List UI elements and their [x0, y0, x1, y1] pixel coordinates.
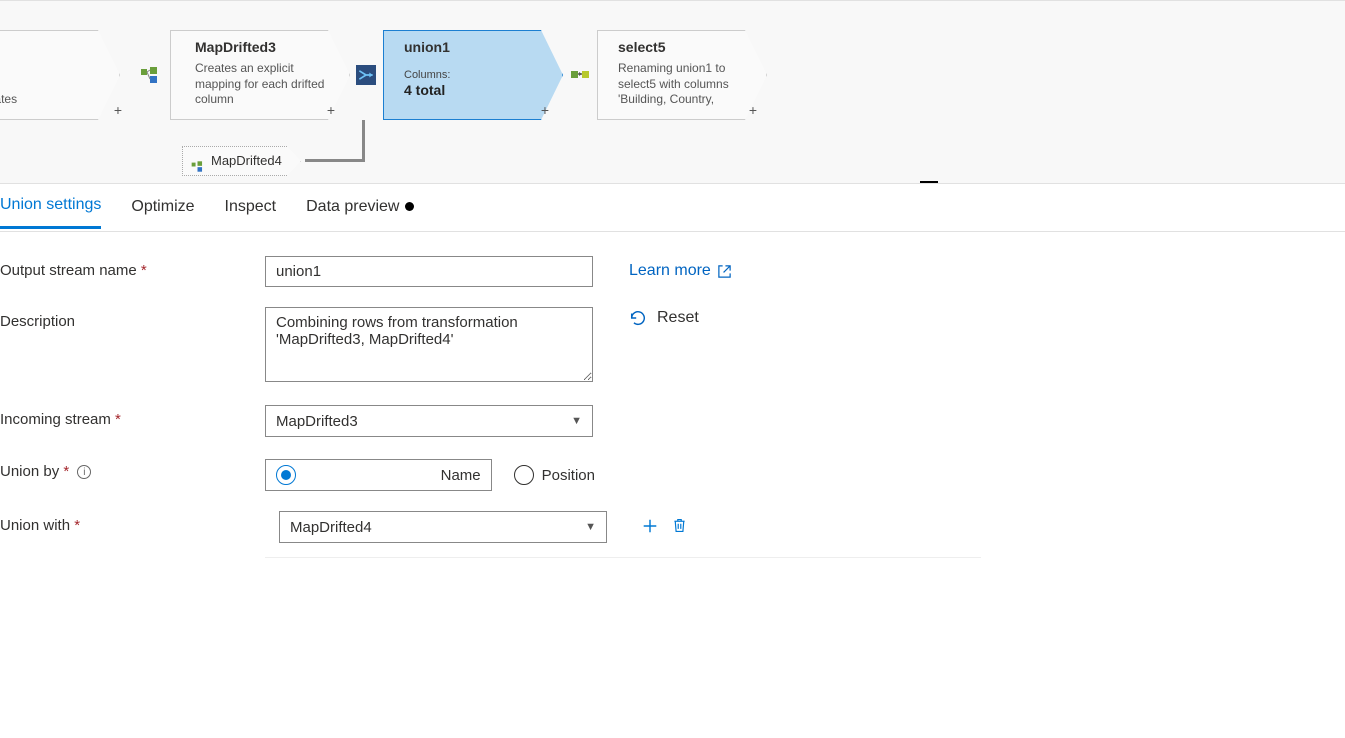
node-title: t1: [0, 39, 109, 55]
add-after-node-icon[interactable]: +: [111, 103, 125, 117]
tab-label: Data preview: [306, 198, 399, 216]
node-desc: Renaming union1 to select5 with columns …: [618, 61, 738, 108]
add-after-node-icon[interactable]: +: [538, 103, 552, 117]
link-label: Learn more: [629, 262, 711, 280]
incoming-stream-select[interactable]: MapDrifted3 ▼: [265, 405, 593, 437]
add-after-node-icon[interactable]: +: [324, 103, 338, 117]
tab-label: Inspect: [225, 198, 277, 216]
tab-union-settings[interactable]: Union settings: [0, 196, 101, 229]
union-icon: [356, 65, 376, 85]
union-by-label: Union by * i: [0, 457, 265, 480]
tab-label: Union settings: [0, 196, 101, 214]
chevron-down-icon: ▼: [571, 415, 582, 427]
flow-node-mapdrifted3[interactable]: MapDrifted3 Creates an explicit mapping …: [170, 30, 350, 120]
dataflow-canvas[interactable]: t1 s row values into nns, groups nns and…: [0, 0, 1345, 184]
unsaved-indicator-dot: [405, 202, 414, 211]
union-with-label: Union with *: [0, 511, 265, 534]
node-desc: s row values into nns, groups nns and ag…: [0, 61, 109, 108]
union-with-select[interactable]: MapDrifted4 ▼: [279, 511, 607, 543]
columns-value: 4 total: [404, 82, 552, 98]
learn-more-link[interactable]: Learn more: [629, 262, 732, 280]
add-after-node-icon[interactable]: +: [746, 103, 760, 117]
flow-node-select5[interactable]: select5 Renaming union1 to select5 with …: [597, 30, 767, 120]
map-drifted-icon: [140, 65, 160, 85]
node-title: select5: [618, 39, 756, 55]
select-icon: [570, 65, 590, 85]
description-label: Description: [0, 307, 265, 330]
union-by-position-radio[interactable]: Position: [514, 465, 595, 485]
reset-label: Reset: [657, 309, 699, 327]
plus-icon: [641, 517, 659, 535]
incoming-stream-label: Incoming stream *: [0, 405, 265, 428]
transform-icon-slot: [348, 30, 384, 120]
output-stream-name-input[interactable]: [265, 256, 593, 287]
map-drifted-icon: [191, 155, 204, 183]
connector-line: [305, 159, 365, 162]
info-icon[interactable]: i: [77, 465, 91, 479]
tab-label: Optimize: [131, 198, 194, 216]
transform-icon-slot: [562, 30, 598, 120]
union-by-name-radio[interactable]: Name: [265, 459, 492, 491]
description-textarea[interactable]: [265, 307, 593, 382]
union-settings-form: Output stream name * Learn more Descript…: [0, 232, 1345, 558]
connector-line: [362, 120, 365, 162]
external-link-icon: [717, 264, 732, 279]
chevron-down-icon: ▼: [585, 521, 596, 533]
flow-node-aggregate[interactable]: t1 s row values into nns, groups nns and…: [0, 30, 120, 120]
select-value: MapDrifted3: [276, 413, 358, 430]
node-desc: Creates an explicit mapping for each dri…: [195, 61, 325, 108]
branch-label: MapDrifted4: [211, 153, 282, 168]
node-title: union1: [404, 39, 552, 55]
tab-data-preview[interactable]: Data preview: [306, 198, 414, 228]
tab-optimize[interactable]: Optimize: [131, 198, 194, 228]
tab-inspect[interactable]: Inspect: [225, 198, 277, 228]
add-union-with-button[interactable]: [641, 517, 659, 538]
radio-label: Name: [441, 467, 481, 484]
trash-icon: [671, 517, 688, 534]
select-value: MapDrifted4: [290, 519, 372, 536]
output-stream-name-label: Output stream name *: [0, 256, 265, 279]
flow-branch-mapdrifted4[interactable]: MapDrifted4: [182, 146, 301, 176]
radio-label: Position: [542, 467, 595, 484]
settings-tabs: Union settings Optimize Inspect Data pre…: [0, 184, 1345, 232]
panel-resize-grip[interactable]: [920, 181, 938, 184]
flow-node-union1[interactable]: union1 Columns: 4 total: [383, 30, 563, 120]
node-title: MapDrifted3: [195, 39, 339, 55]
reset-button[interactable]: Reset: [629, 309, 699, 327]
columns-label: Columns:: [404, 69, 552, 81]
reset-icon: [629, 309, 647, 327]
transform-icon-slot: [132, 30, 168, 120]
delete-union-with-button[interactable]: [671, 517, 688, 538]
